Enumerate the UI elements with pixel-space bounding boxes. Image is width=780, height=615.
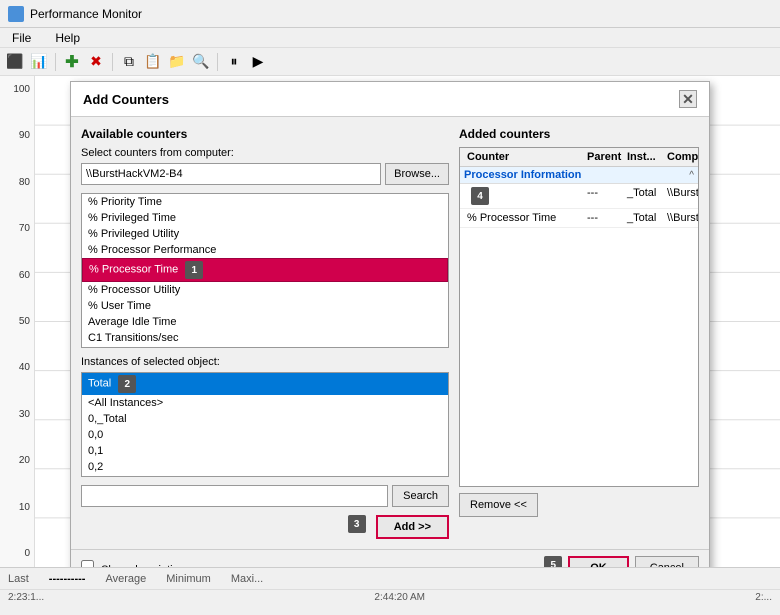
buttons-row: 3 Add >> xyxy=(81,515,449,539)
counter-processor-performance[interactable]: % Processor Performance xyxy=(82,242,448,258)
toolbar-paste-btn[interactable]: 📋 xyxy=(142,51,164,73)
dialog-close-button[interactable]: ✕ xyxy=(679,90,697,108)
remove-button[interactable]: Remove << xyxy=(459,493,538,517)
cell-instance: _Total xyxy=(624,186,664,206)
computer-select[interactable]: \\BurstHackVM2-B4 xyxy=(81,163,381,185)
last-dots: ---------- xyxy=(49,573,86,585)
add-button[interactable]: Add >> xyxy=(376,515,449,539)
computer-row: \\BurstHackVM2-B4 Browse... xyxy=(81,163,449,185)
last-label: Last xyxy=(8,573,29,585)
badge-2: 2 xyxy=(118,375,136,393)
app-icon xyxy=(8,6,24,22)
counter-c1-transitions[interactable]: C1 Transitions/sec xyxy=(82,330,448,346)
toolbar-pause-btn[interactable]: ⏸ xyxy=(223,51,245,73)
table-row[interactable]: 4 --- _Total \\BurstHackV... xyxy=(460,184,698,209)
group-name: Processor Information xyxy=(464,169,581,181)
time-far-right: 2:... xyxy=(755,592,772,603)
time-left: 2:23:1... xyxy=(8,592,44,603)
title-bar: Performance Monitor xyxy=(0,0,780,28)
search-input[interactable] xyxy=(81,485,388,507)
separator-2 xyxy=(112,53,113,71)
instance-00[interactable]: 0,0 xyxy=(82,427,448,443)
available-counters-label: Available counters xyxy=(81,127,449,141)
header-parent: Parent xyxy=(584,150,624,164)
cell-instance2: _Total xyxy=(624,211,664,225)
added-counters-label: Added counters xyxy=(459,127,699,141)
counters-list[interactable]: % Priority Time % Privileged Time % Priv… xyxy=(81,193,449,348)
table-group-header[interactable]: Processor Information ^ xyxy=(460,167,698,184)
time-labels: 2:23:1... 2:44:20 AM 2:... xyxy=(0,590,780,605)
group-chevron: ^ xyxy=(689,170,694,181)
table-row-processor[interactable]: % Processor Time --- _Total \\BurstHackV… xyxy=(460,209,698,228)
bottom-data-row: Last ---------- Average Minimum Maxi... xyxy=(0,568,780,590)
instances-label: Instances of selected object: xyxy=(81,356,449,368)
cell-computer2: \\BurstHackV... xyxy=(664,211,699,225)
counter-average-idle[interactable]: Average Idle Time xyxy=(82,314,448,330)
left-panel: Available counters Select counters from … xyxy=(81,127,449,539)
dialog-content: Available counters Select counters from … xyxy=(71,117,709,549)
menu-file[interactable]: File xyxy=(8,30,35,46)
cell-parent2: --- xyxy=(584,211,624,225)
badge-1: 1 xyxy=(185,261,203,279)
counter-c2-transitions[interactable]: C2 Transitions/sec xyxy=(82,346,448,348)
dialog-title: Add Counters xyxy=(83,92,169,107)
added-counters-table: Counter Parent Inst... Computer Processo… xyxy=(459,147,699,487)
instance-03[interactable]: 0,3 xyxy=(82,475,448,477)
badge-4: 4 xyxy=(471,187,489,205)
header-computer: Computer xyxy=(664,150,699,164)
maximum-label: Maxi... xyxy=(231,573,263,585)
menu-help[interactable]: Help xyxy=(51,30,84,46)
dialog-overlay: Add Counters ✕ Available counters Select… xyxy=(0,76,780,567)
toolbar-view-btn[interactable]: ⬛ xyxy=(4,51,26,73)
add-counters-dialog: Add Counters ✕ Available counters Select… xyxy=(70,81,710,589)
search-row: Search xyxy=(81,485,449,507)
badge-3: 3 xyxy=(348,515,366,533)
toolbar-copy-btn[interactable]: ⧉ xyxy=(118,51,140,73)
counter-priority-time[interactable]: % Priority Time xyxy=(82,194,448,210)
instance-02[interactable]: 0,2 xyxy=(82,459,448,475)
browse-button[interactable]: Browse... xyxy=(385,163,449,185)
dialog-title-bar: Add Counters ✕ xyxy=(71,82,709,117)
search-button[interactable]: Search xyxy=(392,485,449,507)
instances-list[interactable]: Total 2 <All Instances> 0,_Total 0,0 0,1… xyxy=(81,372,449,477)
instance-all[interactable]: <All Instances> xyxy=(82,395,448,411)
instance-0-total[interactable]: 0,_Total xyxy=(82,411,448,427)
right-panel: Added counters Counter Parent Inst... Co… xyxy=(459,127,699,539)
toolbar-add-btn[interactable]: ✚ xyxy=(61,51,83,73)
select-computer-label: Select counters from computer: xyxy=(81,147,449,159)
counter-privileged-utility[interactable]: % Privileged Utility xyxy=(82,226,448,242)
main-area: 100 90 80 70 60 50 40 30 20 10 0 xyxy=(0,76,780,567)
cell-parent: --- xyxy=(584,186,624,206)
counter-processor-utility[interactable]: % Processor Utility xyxy=(82,282,448,298)
toolbar-play-btn[interactable]: ▶ xyxy=(247,51,269,73)
cell-counter-name: % Processor Time xyxy=(464,211,584,225)
table-header: Counter Parent Inst... Computer xyxy=(460,148,698,167)
separator-1 xyxy=(55,53,56,71)
menu-bar: File Help xyxy=(0,28,780,48)
toolbar-delete-btn[interactable]: ✖ xyxy=(85,51,107,73)
cell-counter: 4 xyxy=(464,186,584,206)
bottom-bar: Last ---------- Average Minimum Maxi... … xyxy=(0,567,780,615)
time-right: 2:44:20 AM xyxy=(374,592,425,603)
counter-user-time[interactable]: % User Time xyxy=(82,298,448,314)
counter-processor-time[interactable]: % Processor Time 1 xyxy=(82,258,448,282)
instance-01[interactable]: 0,1 xyxy=(82,443,448,459)
header-counter: Counter xyxy=(464,150,584,164)
cell-computer: \\BurstHackV... xyxy=(664,186,699,206)
header-instance: Inst... xyxy=(624,150,664,164)
toolbar-folder-btn[interactable]: 📁 xyxy=(166,51,188,73)
counter-privileged-time[interactable]: % Privileged Time xyxy=(82,210,448,226)
minimum-label: Minimum xyxy=(166,573,211,585)
instance-total[interactable]: Total 2 xyxy=(82,373,448,395)
average-label: Average xyxy=(105,573,146,585)
toolbar: ⬛ 📊 ✚ ✖ ⧉ 📋 📁 🔍 ⏸ ▶ xyxy=(0,48,780,76)
toolbar-zoom-btn[interactable]: 🔍 xyxy=(190,51,212,73)
toolbar-chart-btn[interactable]: 📊 xyxy=(28,51,50,73)
app-title: Performance Monitor xyxy=(30,7,142,21)
separator-3 xyxy=(217,53,218,71)
